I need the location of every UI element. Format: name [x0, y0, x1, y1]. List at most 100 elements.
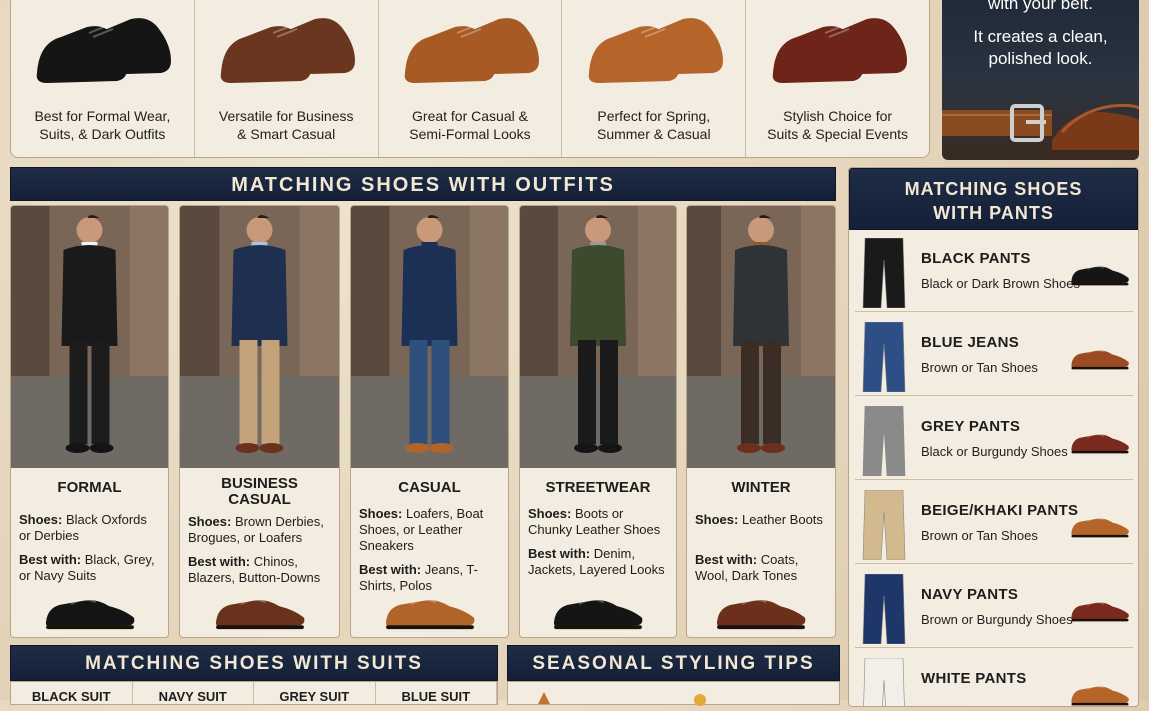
best-with-label: Best with:	[19, 552, 82, 567]
outfit-shoe-image	[385, 598, 474, 630]
outfit-shoes-text: Shoes: Brown Derbies, Brogues, or Loafer…	[180, 514, 339, 546]
best-with-label: Best with:	[188, 554, 251, 569]
top-shoe-description: Versatile for Business & Smart Casual	[219, 107, 354, 143]
outfit-photo	[687, 206, 835, 468]
outfit-shoe-image	[716, 598, 806, 630]
best-with-label: Best with:	[695, 552, 758, 567]
outfit-name: STREETWEAR	[545, 479, 651, 496]
suit-column-header: BLUE SUIT	[376, 682, 497, 704]
suits-banner: MATCHING SHOES WITH SUITS	[10, 645, 498, 681]
outfit-shoe-image	[45, 598, 134, 630]
description-line: Great for Casual &	[412, 108, 528, 124]
description-line: Semi-Formal Looks	[409, 126, 531, 142]
top-shoe-strip: Best for Formal Wear, Suits, & Dark Outf…	[10, 0, 930, 158]
outfit-name: FORMAL	[57, 479, 122, 496]
outfit-card: WINTER Shoes: Leather Boots Best with: C…	[686, 205, 836, 638]
shoe-pair-image	[772, 18, 907, 83]
pants-shoe-image	[1071, 265, 1129, 286]
outfit-photo	[180, 206, 339, 468]
leaf-icon	[538, 692, 550, 704]
shoes-label: Shoes:	[19, 512, 63, 527]
pants-title: NAVY PANTS	[921, 586, 1019, 603]
pants-banner-line-2: WITH PANTS	[933, 203, 1054, 223]
suit-column-header: BLACK SUIT	[11, 682, 133, 704]
outfit-best-text: Best with: Coats, Wool, Dark Tones	[687, 552, 835, 584]
seasonal-row	[507, 681, 840, 706]
shoe-pair-image	[404, 18, 539, 83]
outfit-shoe-image	[215, 598, 304, 630]
pants-panel: MATCHING SHOES WITH PANTS BLACK PANTS Bl…	[848, 167, 1139, 707]
pants-shoe-advice: Black or Dark Brown Shoes	[921, 276, 1080, 291]
description-line: & Smart Casual	[237, 126, 336, 142]
outfits-banner: MATCHING SHOES WITH OUTFITS	[10, 167, 836, 201]
outfit-name: WINTER	[731, 479, 791, 496]
top-shoe-cell: Great for Casual & Semi-Formal Looks	[379, 0, 563, 157]
pants-image	[862, 574, 906, 644]
outfit-name: CASUAL	[398, 479, 461, 496]
belt-tip-card: with your belt. It creates a clean, poli…	[942, 0, 1139, 160]
suits-columns: BLACK SUIT NAVY SUIT GREY SUIT BLUE SUIT	[10, 681, 498, 705]
outfit-card: STREETWEAR Shoes: Boots or Chunky Leathe…	[519, 205, 677, 638]
shoe-pair-image	[37, 18, 172, 83]
belt-tip-line-1: with your belt.	[988, 0, 1093, 13]
best-with-label: Best with:	[359, 562, 422, 577]
top-shoe-cell: Perfect for Spring, Summer & Casual	[562, 0, 747, 157]
shoe-pair-image	[220, 18, 356, 83]
best-with-label: Best with:	[528, 546, 591, 561]
pants-shoe-advice: Brown or Tan Shoes	[921, 528, 1038, 543]
pants-title: BEIGE/KHAKI PANTS	[921, 502, 1079, 519]
shoes-value: Leather Boots	[741, 512, 823, 527]
top-shoe-cell: Versatile for Business & Smart Casual	[195, 0, 379, 157]
pants-shoe-advice: Black or Burgundy Shoes	[921, 444, 1068, 459]
outfit-shoes-text: Shoes: Black Oxfords or Derbies	[11, 512, 168, 544]
outfit-best-text: Best with: Black, Grey, or Navy Suits	[11, 552, 168, 584]
pants-row: BLUE JEANS Brown or Tan Shoes	[855, 316, 1133, 396]
shoe-pair-image	[588, 18, 723, 83]
outfit-card: CASUAL Shoes: Loafers, Boat Shoes, or Le…	[350, 205, 509, 638]
top-shoe-cell: Best for Formal Wear, Suits, & Dark Outf…	[11, 0, 195, 157]
outfit-card: BUSINESS CASUAL Shoes: Brown Derbies, Br…	[179, 205, 340, 638]
belt-and-shoes-image	[942, 103, 1139, 150]
pants-shoe-image	[1071, 517, 1129, 538]
seasonal-icons	[538, 692, 706, 706]
description-line: Best for Formal Wear,	[34, 108, 171, 124]
pants-image	[862, 238, 906, 308]
description-line: Perfect for Spring,	[597, 108, 711, 124]
top-shoe-description: Perfect for Spring, Summer & Casual	[597, 107, 711, 143]
pants-image	[862, 406, 906, 476]
suit-column-header: NAVY SUIT	[133, 682, 254, 704]
pants-row: WHITE PANTS	[855, 652, 1133, 706]
pants-row: GREY PANTS Black or Burgundy Shoes	[855, 400, 1133, 480]
outfit-card: FORMAL Shoes: Black Oxfords or Derbies B…	[10, 205, 169, 638]
shoes-label: Shoes:	[188, 514, 232, 529]
pants-shoe-image	[1071, 685, 1129, 706]
top-shoe-description: Stylish Choice for Suits & Special Event…	[767, 107, 908, 143]
shoes-label: Shoes:	[359, 506, 403, 521]
pants-shoe-image	[1071, 349, 1129, 370]
description-line: Suits, & Dark Outfits	[39, 126, 166, 142]
outfit-photo	[11, 206, 168, 468]
top-shoe-description: Best for Formal Wear, Suits, & Dark Outf…	[34, 107, 170, 143]
outfit-photo	[520, 206, 676, 468]
suit-column-header: GREY SUIT	[254, 682, 376, 704]
pants-shoe-advice: Brown or Tan Shoes	[921, 360, 1038, 375]
top-shoe-description: Great for Casual & Semi-Formal Looks	[409, 107, 530, 143]
outfit-shoes-text: Shoes: Leather Boots	[687, 512, 835, 528]
shoes-label: Shoes:	[528, 506, 572, 521]
pants-banner-line-1: MATCHING SHOES	[904, 179, 1083, 199]
description-line: Summer & Casual	[596, 126, 711, 142]
description-line: Stylish Choice for	[783, 108, 893, 124]
outfit-shoe-image	[553, 598, 643, 630]
pants-shoe-image	[1071, 601, 1129, 622]
description-line: Versatile for Business	[218, 108, 354, 124]
outfit-photo	[351, 206, 508, 468]
pants-shoe-advice: Brown or Burgundy Shoes	[921, 612, 1073, 627]
outfit-shoes-text: Shoes: Boots or Chunky Leather Shoes	[520, 506, 676, 538]
outfit-shoes-text: Shoes: Loafers, Boat Shoes, or Leather S…	[351, 506, 508, 554]
description-line: Suits & Special Events	[767, 126, 909, 142]
sun-icon	[694, 694, 706, 706]
pants-title: GREY PANTS	[921, 418, 1021, 435]
pants-title: BLUE JEANS	[921, 334, 1020, 351]
pants-title: BLACK PANTS	[921, 250, 1031, 267]
pants-image	[862, 322, 906, 392]
